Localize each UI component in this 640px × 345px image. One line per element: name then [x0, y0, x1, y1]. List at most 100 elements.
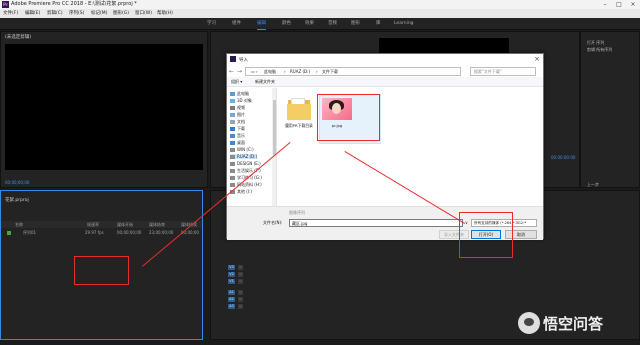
menu-file[interactable]: 文件(F)	[3, 10, 18, 17]
drive-icon	[230, 148, 235, 152]
watermark: 悟空问答	[518, 309, 636, 339]
organize-button[interactable]: 组织 ▾	[231, 79, 242, 85]
right-panel-item-2[interactable]: 剪辑 所有序列	[587, 47, 612, 53]
row-start: 00;00;00;00	[117, 230, 142, 235]
menu-clip[interactable]: 剪辑(C)	[47, 10, 63, 17]
filename-label: 文件名(N):	[263, 220, 283, 225]
picture-icon	[230, 113, 235, 117]
workspace-tab-learning[interactable]: Learning	[394, 20, 414, 28]
col-name[interactable]: 名称	[15, 222, 23, 228]
menu-sequence[interactable]: 序列(S)	[69, 10, 84, 17]
menu-help[interactable]: 帮助(H)	[157, 10, 173, 17]
track-v3[interactable]: V3	[228, 265, 235, 270]
nav-item-documents[interactable]: 文档	[230, 119, 245, 125]
col-start[interactable]: 媒体开始	[117, 222, 133, 228]
close-button[interactable]: ×	[626, 0, 640, 9]
workspace-tab-audio[interactable]: 音频	[328, 20, 337, 28]
breadcrumb-drive[interactable]: RUAZ (D:)	[290, 69, 310, 74]
col-fps[interactable]: 帧速率	[87, 222, 99, 228]
desktop-icon	[230, 141, 235, 145]
workspace-tab-effects[interactable]: 效果	[305, 20, 314, 28]
nav-scrollbar[interactable]	[272, 88, 276, 206]
minimize-button[interactable]: –	[598, 0, 612, 9]
close-icon[interactable]: ×	[534, 55, 540, 64]
project-panel-tab[interactable]: 花絮.prproj	[5, 197, 29, 203]
file-label-folder[interactable]: 魔用PR下载目录	[279, 123, 319, 129]
dialog-title: 导入	[239, 58, 248, 63]
menu-graphics[interactable]: 图形(G)	[113, 10, 129, 17]
nav-item-drive-c[interactable]: WIN (C:)	[230, 147, 254, 152]
workspace-tab-learn[interactable]: 学习	[207, 20, 216, 28]
premiere-logo-icon: Pr	[2, 1, 9, 8]
track-lock-v3[interactable]: ▫	[238, 265, 243, 270]
nav-item-drive-d[interactable]: RUAZ (D:)	[230, 154, 258, 159]
dialog-toolbar: 组织 ▾ 新建文件夹	[227, 77, 543, 87]
track-lock-a3[interactable]: ▫	[238, 304, 243, 309]
filename-field[interactable]: 藏区.jpg	[289, 219, 463, 227]
workspace-tab-color[interactable]: 颜色	[282, 20, 291, 28]
drive-icon	[230, 183, 235, 187]
workspace-tab-assembly[interactable]: 组件	[232, 20, 241, 28]
image-sequence-checkbox[interactable]: 图像序列	[289, 210, 305, 216]
forward-arrow-icon[interactable]: →	[237, 67, 242, 76]
track-lock-a2[interactable]: ▫	[238, 297, 243, 302]
track-lock-v2[interactable]: ▫	[238, 272, 243, 277]
source-monitor	[5, 44, 203, 170]
menu-edit[interactable]: 编辑(E)	[25, 10, 40, 17]
maximize-button[interactable]: □	[612, 0, 626, 9]
folder-icon[interactable]	[287, 96, 311, 120]
col-end[interactable]: 媒体结束	[149, 222, 165, 228]
window-title: Adobe Premiere Pro CC 2018 - E:\测试\花絮.pr…	[11, 1, 137, 7]
back-arrow-icon[interactable]: ←	[229, 67, 234, 76]
breadcrumb-downloads[interactable]: 文件下载	[322, 69, 338, 75]
nav-item-videos[interactable]: 视频	[230, 105, 245, 111]
source-timecode: 00;00;00;00	[5, 180, 30, 185]
document-icon	[230, 120, 235, 124]
new-folder-button[interactable]: 新建文件夹	[255, 79, 275, 85]
program-timecode-right: 00:00:00:00	[551, 155, 576, 160]
download-icon	[230, 127, 235, 131]
menu-window[interactable]: 窗口(W)	[135, 10, 152, 17]
nav-item-desktop[interactable]: 桌面	[230, 140, 245, 146]
watermark-text: 悟空问答	[543, 315, 604, 333]
video-icon	[230, 106, 235, 110]
right-panel: 打开 序列 剪辑 所有序列 上一步	[580, 31, 640, 188]
nav-item-3d[interactable]: 3D 对象	[230, 98, 252, 104]
nav-item-this-pc[interactable]: 此电脑	[230, 91, 249, 97]
track-a1[interactable]: A1	[228, 290, 235, 295]
track-a2[interactable]: A2	[228, 297, 235, 302]
drive-icon	[230, 176, 235, 180]
nav-item-music[interactable]: 音乐	[230, 133, 245, 139]
nav-item-pictures[interactable]: 图片	[230, 112, 245, 118]
title-bar: Pr Adobe Premiere Pro CC 2018 - E:\测试\花絮…	[0, 0, 640, 9]
drive-icon	[230, 162, 235, 166]
annotation-box-project	[74, 256, 129, 285]
annotation-box-file	[317, 94, 380, 141]
dialog-title-bar: 导入 ×	[227, 54, 543, 66]
label-color-swatch	[7, 231, 11, 235]
workspace-bar: 学习 组件 编辑 颜色 效果 音频 图形 库 Learning	[0, 18, 640, 30]
track-lock-a1[interactable]: ▫	[238, 290, 243, 295]
source-panel-tab[interactable]: (未选定剪辑)	[5, 34, 31, 40]
drive-icon	[230, 155, 235, 159]
menu-bar: 文件(F) 编辑(E) 剪辑(C) 序列(S) 标记(M) 图形(G) 窗口(W…	[0, 9, 640, 18]
filename-value: 藏区.jpg	[292, 221, 308, 226]
nav-item-downloads[interactable]: 下载	[230, 126, 245, 132]
track-v1[interactable]: V1	[228, 279, 235, 284]
track-v2[interactable]: V2	[228, 272, 235, 277]
address-bar[interactable]: ▭ › 此电脑 › RUAZ (D:) › 文件下载	[245, 67, 461, 76]
workspace-tab-editing[interactable]: 编辑	[257, 20, 266, 30]
search-input[interactable]: 搜索"文件下载"	[470, 67, 536, 76]
right-panel-item-1[interactable]: 打开 序列	[587, 40, 604, 46]
workspace-tab-libraries[interactable]: 库	[376, 20, 381, 28]
annotation-box-open	[459, 212, 513, 258]
scrollbar-thumb[interactable]	[272, 100, 276, 155]
menu-marker[interactable]: 标记(M)	[91, 10, 107, 17]
workspace-tab-graphics[interactable]: 图形	[351, 20, 360, 28]
track-lock-v1[interactable]: ▫	[238, 279, 243, 284]
drive-icon	[230, 169, 235, 173]
breadcrumb-this-pc[interactable]: 此电脑	[264, 69, 276, 75]
nav-item-drive-e[interactable]: DESIGN (E:)	[230, 161, 261, 166]
track-a3[interactable]: A3	[228, 304, 235, 309]
cube-icon	[230, 99, 235, 103]
